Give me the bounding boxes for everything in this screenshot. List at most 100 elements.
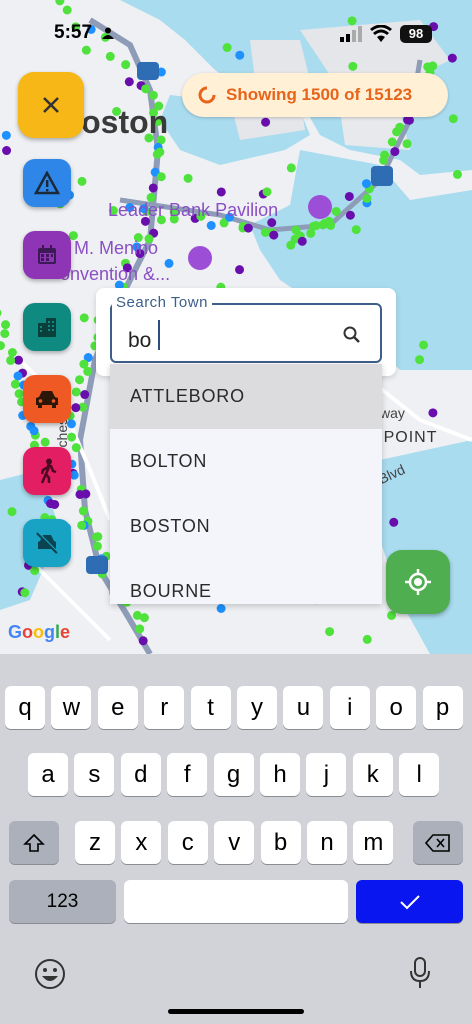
search-town-field[interactable] bbox=[110, 303, 382, 363]
key-o[interactable]: o bbox=[376, 686, 417, 729]
suggestion-item-bourne[interactable]: BOURNE bbox=[110, 559, 382, 604]
incident-marker bbox=[415, 355, 425, 365]
incident-marker bbox=[92, 541, 102, 551]
key-a[interactable]: a bbox=[28, 753, 68, 796]
done-key[interactable] bbox=[356, 880, 463, 923]
backspace-icon bbox=[425, 833, 450, 852]
key-b[interactable]: b bbox=[260, 821, 301, 864]
incident-marker bbox=[148, 183, 158, 193]
key-m[interactable]: m bbox=[353, 821, 394, 864]
key-n[interactable]: n bbox=[307, 821, 347, 864]
incident-marker bbox=[351, 225, 361, 235]
key-w[interactable]: w bbox=[51, 686, 92, 729]
key-c[interactable]: c bbox=[167, 821, 208, 864]
building-icon bbox=[38, 318, 56, 337]
vehicle-filter-button[interactable] bbox=[23, 375, 71, 423]
incident-marker bbox=[6, 355, 16, 365]
incident-marker bbox=[124, 77, 134, 87]
incident-marker bbox=[452, 169, 462, 179]
incident-marker bbox=[139, 613, 149, 623]
incident-marker bbox=[447, 53, 457, 63]
suggestion-item-attleboro[interactable]: ATTLEBORO bbox=[110, 364, 382, 429]
key-d[interactable]: d bbox=[120, 753, 161, 796]
incident-marker bbox=[402, 139, 412, 149]
incident-marker bbox=[428, 408, 438, 418]
incident-marker bbox=[77, 520, 87, 530]
incident-marker bbox=[79, 313, 89, 323]
incident-marker bbox=[0, 329, 10, 339]
incident-marker bbox=[1, 130, 11, 140]
key-y[interactable]: y bbox=[237, 686, 277, 729]
key-p[interactable]: p bbox=[422, 686, 463, 729]
my-location-button[interactable] bbox=[386, 550, 450, 614]
search-icon[interactable] bbox=[342, 325, 362, 345]
search-town-card: Search Town bbox=[96, 288, 396, 376]
close-icon bbox=[43, 97, 59, 113]
battery-indicator: 98 bbox=[400, 25, 432, 43]
incident-marker bbox=[0, 309, 2, 317]
key-k[interactable]: k bbox=[352, 753, 393, 796]
no-drive-filter-button[interactable] bbox=[23, 519, 71, 567]
map-label-convention: onvention &... bbox=[60, 264, 171, 284]
incident-marker bbox=[91, 532, 101, 542]
key-t[interactable]: t bbox=[190, 686, 231, 729]
incident-marker bbox=[77, 176, 87, 186]
suggestion-item-boston[interactable]: BOSTON bbox=[110, 494, 382, 559]
showing-count-text: Showing 1500 of 15123 bbox=[226, 85, 413, 104]
checkmark-icon bbox=[399, 894, 420, 909]
incident-marker bbox=[10, 379, 20, 389]
key-q[interactable]: q bbox=[5, 686, 45, 729]
key-f[interactable]: f bbox=[167, 753, 208, 796]
incident-marker bbox=[71, 443, 81, 453]
incident-marker bbox=[243, 223, 253, 233]
key-v[interactable]: v bbox=[214, 821, 255, 864]
cellular-signal-icon bbox=[340, 26, 362, 42]
hazard-filter-button[interactable] bbox=[23, 159, 71, 207]
map-view[interactable]: Boston Leader Bank Pavilion s M. Menino … bbox=[0, 0, 472, 654]
status-time: 5:57 bbox=[54, 22, 93, 43]
numbers-key[interactable]: 123 bbox=[9, 880, 116, 923]
space-key[interactable] bbox=[124, 880, 348, 923]
key-z[interactable]: z bbox=[75, 821, 115, 864]
shift-key[interactable] bbox=[9, 821, 59, 864]
search-town-input[interactable] bbox=[128, 327, 308, 355]
incident-marker bbox=[361, 179, 371, 189]
close-filters-button[interactable] bbox=[18, 72, 84, 138]
incident-marker bbox=[345, 210, 355, 220]
key-s[interactable]: s bbox=[74, 753, 115, 796]
incident-marker bbox=[362, 193, 372, 203]
key-i[interactable]: i bbox=[329, 686, 370, 729]
key-e[interactable]: e bbox=[97, 686, 138, 729]
incident-marker bbox=[83, 366, 93, 376]
calendar-filter-button[interactable] bbox=[23, 231, 71, 279]
delete-key[interactable] bbox=[413, 821, 463, 864]
suggestion-item-bolton[interactable]: BOLTON bbox=[110, 429, 382, 494]
microphone-icon[interactable] bbox=[408, 956, 432, 990]
incident-marker bbox=[46, 499, 56, 509]
key-x[interactable]: x bbox=[121, 821, 162, 864]
emoji-icon[interactable] bbox=[34, 958, 66, 990]
showing-count-badge: Showing 1500 of 15123 bbox=[182, 73, 448, 117]
incident-marker bbox=[291, 225, 301, 235]
incident-marker bbox=[135, 624, 145, 634]
key-r[interactable]: r bbox=[144, 686, 185, 729]
building-filter-button[interactable] bbox=[23, 303, 71, 351]
incident-marker bbox=[7, 507, 17, 517]
incident-marker bbox=[348, 61, 358, 71]
key-j[interactable]: j bbox=[306, 753, 347, 796]
key-h[interactable]: h bbox=[260, 753, 300, 796]
incident-marker bbox=[71, 387, 81, 397]
incident-marker bbox=[206, 220, 216, 230]
incident-marker bbox=[0, 341, 5, 351]
wifi-icon bbox=[370, 25, 392, 42]
incident-marker bbox=[71, 403, 81, 413]
key-l[interactable]: l bbox=[399, 753, 440, 796]
incident-marker bbox=[1, 320, 11, 330]
pedestrian-filter-button[interactable] bbox=[23, 447, 71, 495]
incident-marker bbox=[269, 230, 279, 240]
incident-marker bbox=[262, 187, 272, 197]
key-g[interactable]: g bbox=[213, 753, 254, 796]
loading-spinner-icon bbox=[198, 86, 216, 104]
search-town-label: Search Town bbox=[112, 294, 212, 311]
key-u[interactable]: u bbox=[283, 686, 324, 729]
